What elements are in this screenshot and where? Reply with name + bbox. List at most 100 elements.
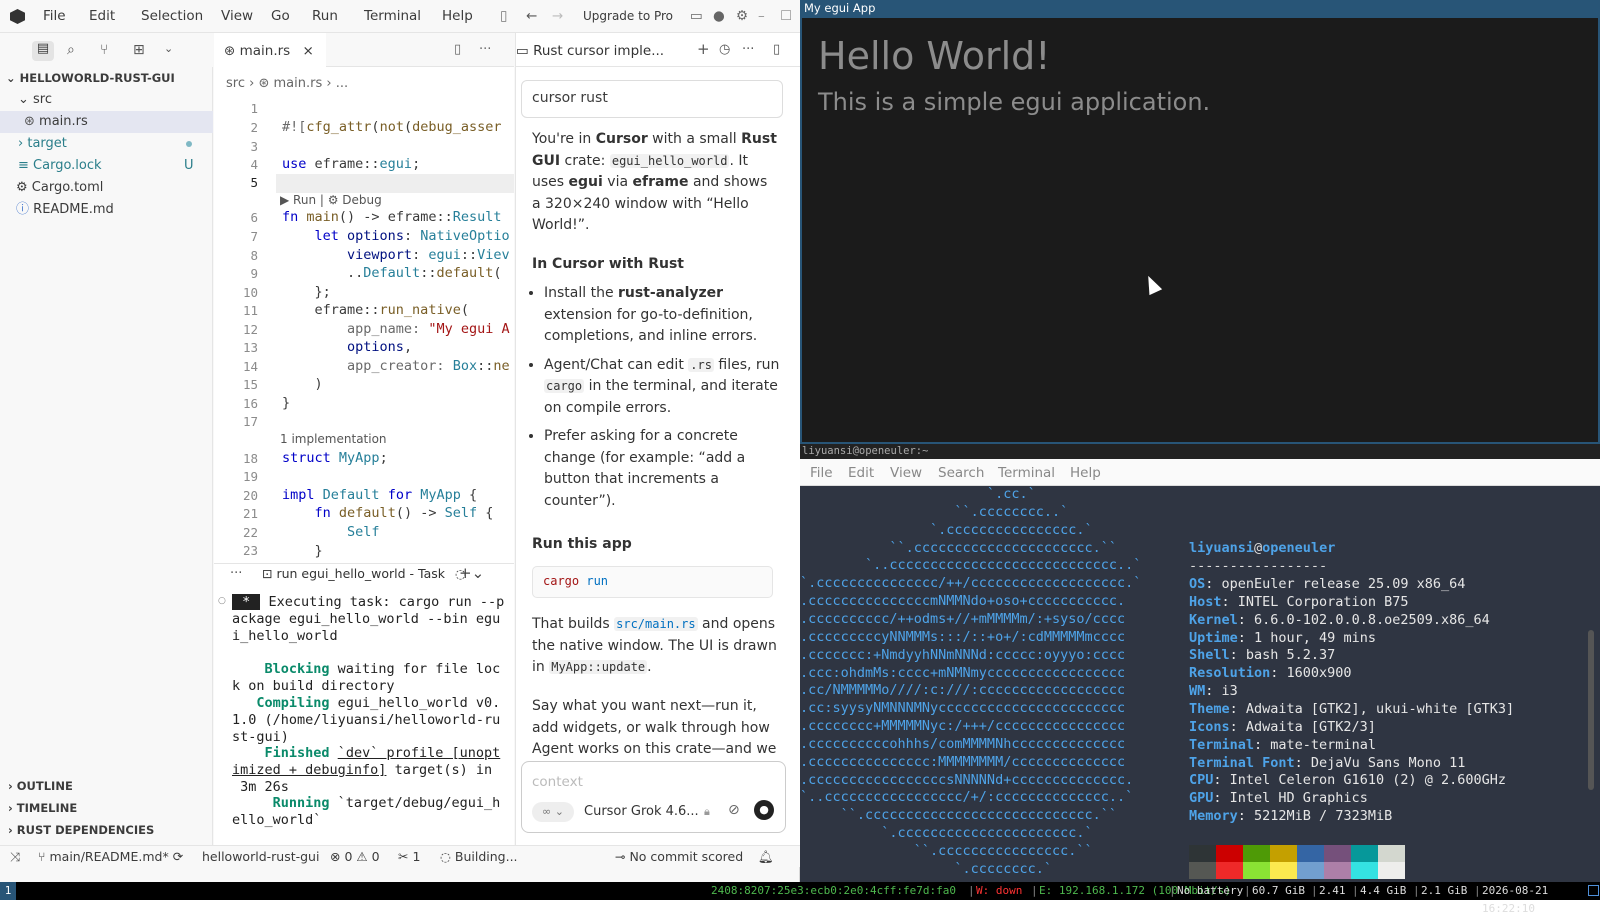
terminal-scrollbar[interactable]	[1588, 630, 1594, 790]
menu-help[interactable]: Help	[442, 8, 473, 24]
line-number: 19	[242, 469, 258, 484]
explorer-title[interactable]: ⌄ HELLOWORLD-RUST-GUI	[0, 67, 213, 89]
building-indicator[interactable]: ◌ Building...	[440, 846, 518, 867]
code-line[interactable]: )	[282, 376, 323, 392]
rust-dependencies-section[interactable]: › RUST DEPENDENCIES	[0, 819, 213, 841]
code-line[interactable]: }	[282, 395, 290, 411]
infinity-mode-toggle[interactable]: ∞ ⌄	[532, 802, 574, 822]
notification-bell-icon[interactable]: 🔔︎	[758, 846, 774, 867]
more-actions-icon[interactable]: ···	[479, 42, 491, 57]
term-menu-search[interactable]: Search	[938, 465, 984, 481]
menu-view[interactable]: View	[221, 8, 253, 24]
menu-go[interactable]: Go	[271, 8, 290, 24]
code-block[interactable]: cargo run	[532, 566, 773, 598]
terminal-line: Blocking waiting for file loc	[232, 661, 501, 677]
remote-icon[interactable]: ⤨	[10, 846, 20, 867]
explorer-icon[interactable]: ▤	[32, 41, 54, 61]
branch-indicator[interactable]: ⑂ main/README.md* ⟳	[38, 846, 183, 867]
more-actions-icon[interactable]: ···	[742, 42, 754, 57]
user-query-bubble[interactable]: cursor rust	[521, 80, 783, 118]
toggle-sidebar-icon[interactable]: ▯	[500, 8, 507, 24]
tree-file-readme[interactable]: ⓘ README.md	[0, 199, 213, 221]
code-line[interactable]: fn default() -> Self {	[282, 505, 494, 521]
back-arrow-icon[interactable]: ←	[526, 8, 537, 24]
code-line[interactable]: ..Default::default(	[282, 265, 501, 281]
timeline-section[interactable]: › TIMELINE	[0, 797, 213, 819]
term-menu-file[interactable]: File	[810, 465, 833, 481]
commit-score[interactable]: ⊸ No commit scored	[615, 846, 743, 867]
tray-icon[interactable]	[1588, 885, 1599, 896]
code-line[interactable]: #![cfg_attr(not(debug_asser	[282, 119, 502, 135]
code-line[interactable]: fn main() -> eframe::Result	[282, 209, 502, 225]
add-terminal-icon[interactable]: +⌄	[459, 564, 484, 582]
attach-icon[interactable]: ⊘	[728, 802, 740, 818]
maximize-icon[interactable]: ☐	[780, 8, 792, 24]
model-selector[interactable]: Cursor Grok 4.6...	[584, 804, 699, 819]
chat-heading: Run this app	[532, 536, 632, 552]
term-menu-view[interactable]: View	[890, 465, 922, 481]
code-line[interactable]: options,	[282, 339, 412, 355]
code-line[interactable]: impl Default for MyApp {	[282, 487, 477, 503]
tree-file-main-rs[interactable]: ⊛ main.rs	[0, 111, 213, 133]
code-line[interactable]: app_creator: Box::ne	[282, 358, 510, 374]
code-line[interactable]: };	[282, 284, 331, 300]
menu-file[interactable]: File	[43, 8, 66, 24]
code-line[interactable]: Self	[282, 524, 380, 540]
project-name[interactable]: helloworld-rust-gui	[202, 846, 319, 867]
neofetch-logo-line: .cc/NMMMMMo////:c:///:cccccccccccccccccc	[800, 682, 1126, 699]
rust-file-icon: ⊛	[224, 43, 236, 59]
microphone-icon[interactable]: ●	[754, 800, 774, 820]
menu-terminal[interactable]: Terminal	[364, 8, 421, 24]
codelens-run-debug[interactable]: ▶ Run | ⚙ Debug	[280, 193, 382, 207]
code-line[interactable]: app_name: "My egui A	[282, 321, 510, 337]
term-menu-terminal[interactable]: Terminal	[998, 465, 1055, 481]
forward-arrow-icon[interactable]: →	[552, 8, 563, 24]
tree-folder-src[interactable]: ⌄ src	[0, 89, 213, 111]
neofetch-info-line: Host: INTEL Corporation B75	[1189, 593, 1409, 610]
codelens-implementations[interactable]: 1 implementation	[280, 432, 387, 446]
history-icon[interactable]: ◷	[719, 42, 730, 57]
code-line[interactable]: }	[282, 543, 323, 559]
problems-indicator[interactable]: ⊗ 0 ⚠ 0	[330, 846, 380, 867]
code-line[interactable]: viewport: egui::Viev	[282, 247, 510, 263]
chat-input-placeholder[interactable]: context	[532, 774, 583, 790]
code-line[interactable]: use eframe::egui;	[282, 156, 420, 172]
neofetch-logo-line: ``.cccccccccccccccc.``	[800, 843, 1093, 859]
panel-toggle-icon[interactable]: ▯	[773, 42, 780, 57]
tree-file-cargo-lock[interactable]: ≡ Cargo.lock U	[0, 155, 213, 177]
more-actions-icon[interactable]: ···	[230, 566, 242, 581]
minimize-icon[interactable]: –	[758, 8, 765, 24]
split-editor-icon[interactable]: ▯	[454, 42, 461, 57]
term-menu-edit[interactable]: Edit	[848, 465, 874, 481]
workspace-button[interactable]: 1	[0, 882, 16, 900]
settings-gear-icon[interactable]: ⚙	[736, 8, 748, 24]
term-menu-help[interactable]: Help	[1070, 465, 1101, 481]
extensions-icon[interactable]: ⊞	[133, 42, 145, 58]
terminal-window-title[interactable]: liyuansi@openeuler:~	[800, 444, 1600, 459]
layout-icon[interactable]: ▭	[690, 8, 703, 24]
tree-folder-target[interactable]: › target	[0, 133, 213, 155]
egui-window-title[interactable]: My egui App	[800, 0, 1600, 18]
code-line[interactable]: eframe::run_native(	[282, 302, 469, 318]
search-icon[interactable]: ⌕	[67, 42, 75, 58]
menu-selection[interactable]: Selection	[141, 8, 203, 24]
chevron-down-icon[interactable]: ⌄	[164, 42, 173, 55]
code-line[interactable]: let options: NativeOptio	[282, 228, 510, 244]
source-control-icon[interactable]: ⑂	[100, 42, 108, 58]
tab-main-rs[interactable]: ⊛ main.rs ×	[214, 33, 326, 67]
upgrade-button[interactable]: Upgrade to Pro	[583, 9, 673, 23]
close-icon[interactable]: ×	[303, 43, 314, 59]
tree-file-cargo-toml[interactable]: ⚙ Cargo.toml	[0, 177, 213, 199]
ports-indicator[interactable]: ✂ 1	[398, 846, 420, 867]
menu-run[interactable]: Run	[312, 8, 338, 24]
menu-edit[interactable]: Edit	[89, 8, 115, 24]
chat-icon[interactable]: ●	[713, 8, 725, 24]
terminal-menubar: File Edit View Search Terminal Help	[800, 459, 1600, 486]
chat-input-box[interactable]: context ∞ ⌄ Cursor Grok 4.6... 🔒︎ ⊘ ●	[521, 761, 786, 833]
terminal-task-tab[interactable]: ⊡ run egui_hello_world - Task ◌	[262, 566, 466, 581]
chat-list-item: Prefer asking for a concrete change (for…	[544, 426, 784, 512]
code-line[interactable]: struct MyApp;	[282, 450, 388, 466]
chat-tab[interactable]: ▭ Rust cursor imple...	[516, 43, 664, 59]
outline-section[interactable]: › OUTLINE	[0, 775, 213, 797]
new-chat-icon[interactable]: +	[697, 40, 710, 58]
